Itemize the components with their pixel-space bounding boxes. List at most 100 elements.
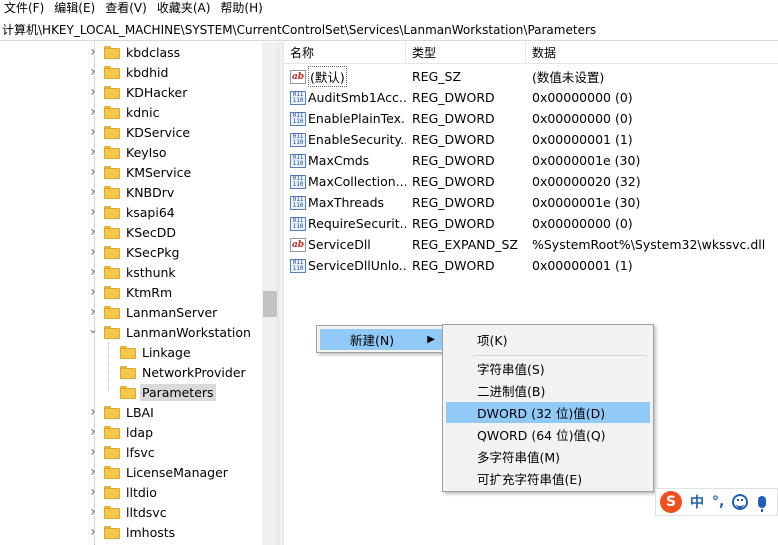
tree-item-ksthunk[interactable]: › ksthunk <box>88 262 178 282</box>
tree-item-ksecdd[interactable]: › KSecDD <box>88 222 178 242</box>
microphone-icon[interactable] <box>758 496 767 512</box>
value-row[interactable]: 011 110 MaxCmds REG_DWORD 0x0000001e (30) <box>284 150 778 171</box>
chevron-right-icon[interactable]: › <box>88 62 98 82</box>
emoji-icon[interactable] <box>732 494 749 510</box>
address-bar[interactable]: 计算机\HKEY_LOCAL_MACHINE\SYSTEM\CurrentCon… <box>0 19 778 41</box>
tree-item-kbdhid[interactable]: › kbdhid <box>88 62 170 82</box>
column-header-name[interactable]: 名称 <box>284 42 406 64</box>
tree-item-linkage[interactable]: Linkage <box>104 342 193 362</box>
binary-value-icon: 011 110 <box>290 195 306 210</box>
menu-view[interactable]: 查看(V) <box>101 0 153 17</box>
tree-item-parameters[interactable]: Parameters <box>104 382 216 402</box>
chevron-right-icon[interactable]: › <box>88 502 98 522</box>
column-header-data[interactable]: 数据 <box>526 42 778 64</box>
value-name-cell: ab (默认) <box>284 66 406 87</box>
value-type: REG_DWORD <box>412 174 495 189</box>
value-type: REG_DWORD <box>412 216 495 231</box>
ime-mode-chinese[interactable]: 中 <box>690 492 704 512</box>
chevron-right-icon[interactable]: › <box>88 202 98 222</box>
chevron-down-icon[interactable]: ⌄ <box>88 319 98 339</box>
sogou-logo-icon[interactable]: S <box>660 491 682 513</box>
tree-item-networkprovider[interactable]: NetworkProvider <box>104 362 248 382</box>
chevron-right-icon[interactable]: › <box>88 42 98 62</box>
value-row[interactable]: ab (默认) REG_SZ (数值未设置) <box>284 66 778 87</box>
chevron-right-icon[interactable]: › <box>88 282 98 302</box>
tree-scrollbar[interactable] <box>262 42 278 545</box>
value-row[interactable]: 011 110 RequireSecurit... REG_DWORD 0x000000… <box>284 213 778 234</box>
chevron-right-icon[interactable]: › <box>88 182 98 202</box>
chevron-right-icon[interactable]: › <box>88 82 98 102</box>
value-type: REG_EXPAND_SZ <box>412 237 518 252</box>
submenu-item-0[interactable]: 字符串值(S) <box>446 358 650 379</box>
value-name-cell: ab ServiceDll <box>284 237 406 252</box>
column-header-type[interactable]: 类型 <box>406 42 526 64</box>
tree-item-ldap[interactable]: › ldap <box>88 422 155 442</box>
chevron-right-icon[interactable]: › <box>88 462 98 482</box>
submenu-item-key[interactable]: 项(K) <box>446 329 650 350</box>
value-row[interactable]: ab ServiceDll REG_EXPAND_SZ %SystemRoot%\Sy… <box>284 234 778 255</box>
menu-edit[interactable]: 编辑(E) <box>50 0 101 17</box>
submenu-item-label: 可扩充字符串值(E) <box>477 472 583 487</box>
chevron-right-icon[interactable]: › <box>88 222 98 242</box>
ime-toolbar[interactable]: S 中 °, <box>655 488 778 516</box>
submenu-item-5[interactable]: 可扩充字符串值(E) <box>446 468 650 489</box>
tree-item-ktmrm[interactable]: › KtmRm <box>88 282 174 302</box>
menu-file[interactable]: 文件(F) <box>0 0 50 17</box>
new-submenu: 项(K) 字符串值(S) 二进制值(B) DWORD (32 位)值(D) QWORD… <box>442 324 654 492</box>
submenu-separator <box>473 355 647 356</box>
tree-item-kdnic[interactable]: › kdnic <box>88 102 161 122</box>
submenu-item-4[interactable]: 多字符串值(M) <box>446 446 650 467</box>
chevron-right-icon[interactable]: › <box>88 122 98 142</box>
tree-item-lanmanserver[interactable]: › LanmanServer <box>88 302 219 322</box>
chevron-right-icon[interactable]: › <box>88 422 98 442</box>
value-data: (数值未设置) <box>532 70 605 85</box>
chevron-right-icon[interactable]: › <box>88 522 98 542</box>
value-row[interactable]: 011 110 EnableSecurity... REG_DWORD 0x000000… <box>284 129 778 150</box>
tree-item-ksecpkg[interactable]: › KSecPkg <box>88 242 181 262</box>
string-value-icon: ab <box>290 69 306 84</box>
tree-item-kmservice[interactable]: › KMService <box>88 162 193 182</box>
tree-item-label: KSecDD <box>126 224 176 240</box>
value-row[interactable]: 011 110 AuditSmb1Acc... REG_DWORD 0x00000000… <box>284 87 778 108</box>
registry-tree[interactable]: › kbdclass › kbdhid › KDHacker › kdnic › KDServic… <box>0 42 278 545</box>
submenu-item-1[interactable]: 二进制值(B) <box>446 380 650 401</box>
chevron-right-icon[interactable]: › <box>88 442 98 462</box>
tree-item-knbdrv[interactable]: › KNBDrv <box>88 182 176 202</box>
value-row[interactable]: 011 110 EnablePlainTex... REG_DWORD 0x000000… <box>284 108 778 129</box>
value-data: 0x0000001e (30) <box>532 153 641 168</box>
tree-item-kbdclass[interactable]: › kbdclass <box>88 42 182 62</box>
tree-item-lmhosts[interactable]: › lmhosts <box>88 522 177 542</box>
chevron-right-icon[interactable]: › <box>88 262 98 282</box>
value-name: RequireSecurit... <box>308 216 406 231</box>
tree-item-lltdsvc[interactable]: › lltdsvc <box>88 502 169 522</box>
tree-item-kdhacker[interactable]: › KDHacker <box>88 82 189 102</box>
tree-scrollbar-thumb[interactable] <box>263 291 277 317</box>
value-row[interactable]: 011 110 ServiceDllUnlo... REG_DWORD 0x000000… <box>284 255 778 276</box>
menu-favorites[interactable]: 收藏夹(A) <box>153 0 217 17</box>
tree-item-licensemanager[interactable]: › LicenseManager <box>88 462 230 482</box>
ime-punctuation[interactable]: °, <box>712 494 724 510</box>
submenu-item-3[interactable]: QWORD (64 位)值(Q) <box>446 424 650 445</box>
submenu-item-2[interactable]: DWORD (32 位)值(D) <box>446 402 650 423</box>
chevron-right-icon[interactable]: › <box>88 482 98 502</box>
context-menu-new[interactable]: 新建(N) ▶ <box>320 329 442 350</box>
chevron-right-icon[interactable]: › <box>88 402 98 422</box>
value-row[interactable]: 011 110 MaxCollection... REG_DWORD 0x0000002… <box>284 171 778 192</box>
tree-item-keyiso[interactable]: › KeyIso <box>88 142 169 162</box>
chevron-right-icon[interactable]: › <box>88 142 98 162</box>
tree-item-kdservice[interactable]: › KDService <box>88 122 192 142</box>
tree-item-label: lltdio <box>126 484 157 500</box>
value-row[interactable]: 011 110 MaxThreads REG_DWORD 0x0000001e (30) <box>284 192 778 213</box>
value-type-cell: REG_DWORD <box>406 132 526 147</box>
tree-item-lbai[interactable]: › LBAI <box>88 402 156 422</box>
chevron-right-icon[interactable]: › <box>88 102 98 122</box>
chevron-right-icon[interactable]: › <box>88 162 98 182</box>
tree-item-lfsvc[interactable]: › lfsvc <box>88 442 157 462</box>
chevron-right-icon[interactable]: › <box>88 242 98 262</box>
menu-help[interactable]: 帮助(H) <box>216 0 268 17</box>
tree-item-lanmanworkstation[interactable]: ⌄ LanmanWorkstation <box>88 322 253 342</box>
tree-item-lltdio[interactable]: › lltdio <box>88 482 159 502</box>
tree-item-ksapi64[interactable]: › ksapi64 <box>88 202 177 222</box>
folder-icon <box>104 425 120 439</box>
